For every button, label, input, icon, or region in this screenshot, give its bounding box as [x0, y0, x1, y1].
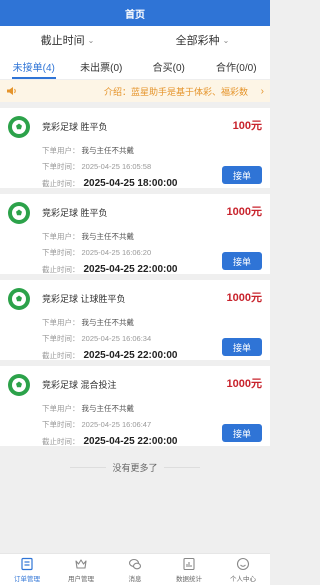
- order-time-row: 下单时间： 2025-04-25 16:06:47: [42, 419, 151, 430]
- order-card: 竞彩足球 混合投注 1000元 下单用户： 我与主任不共戴 下单时间： 2025-0…: [0, 366, 270, 447]
- tabbar-label: 订单管理: [14, 575, 40, 583]
- deadline-label: 截止时间：: [42, 437, 80, 446]
- order-card: 竞彩足球 让球胜平负 1000元 下单用户： 我与主任不共戴 下单时间： 2025-…: [0, 280, 270, 361]
- no-more-indicator: 没有更多了: [0, 452, 270, 482]
- deadline-row: 截止时间： 2025-04-25 22:00:00: [42, 350, 177, 361]
- divider: [163, 466, 200, 468]
- order-card: 竞彩足球 胜平负 100元 下单用户： 我与主任不共戴 下单时间： 2025-04-…: [0, 108, 270, 189]
- tab-not-issued[interactable]: 未出票(0): [68, 54, 136, 79]
- notice-bar[interactable]: 介绍：蓝星助手是基于体彩、福彩数 ›: [0, 80, 270, 102]
- order-time: 2025-04-25 16:06:20: [81, 248, 152, 257]
- tabbar-label: 个人中心: [230, 575, 256, 583]
- tabbar-label: 消息: [128, 575, 142, 583]
- deadline-time: 2025-04-25 22:00:00: [83, 264, 178, 275]
- order-amount: 1000元: [226, 206, 262, 218]
- crown-icon: [75, 558, 87, 569]
- soccer-ball-icon: [8, 202, 30, 224]
- accept-order-button[interactable]: 接单: [222, 166, 262, 184]
- order-amount: 1000元: [226, 378, 262, 390]
- deadline-filter-label: 截止时间: [40, 35, 85, 47]
- deadline-row: 截止时间： 2025-04-25 18:00:00: [42, 178, 177, 189]
- filter-bar: 截止时间 ⌄ 全部彩种 ⌄: [0, 26, 270, 54]
- order-time-label: 下单时间：: [42, 162, 80, 171]
- notice-text: 介绍：蓝星助手是基于体彩、福彩数: [104, 86, 249, 97]
- accept-order-button[interactable]: 接单: [222, 252, 262, 270]
- deadline-row: 截止时间： 2025-04-25 22:00:00: [42, 436, 177, 447]
- order-user: 我与主任不共戴: [81, 404, 135, 413]
- order-time-label: 下单时间：: [42, 248, 80, 257]
- deadline-time: 2025-04-25 22:00:00: [83, 350, 178, 361]
- order-amount: 100元: [232, 120, 262, 132]
- deadline-time: 2025-04-25 22:00:00: [83, 436, 178, 447]
- no-more-text: 没有更多了: [112, 462, 158, 473]
- order-time-row: 下单时间： 2025-04-25 16:06:20: [42, 247, 151, 258]
- order-title: 竞彩足球 胜平负: [42, 208, 108, 218]
- order-tabs: 未接单(4) 未出票(0) 合买(0) 合作(0/0): [0, 54, 270, 80]
- accept-order-button[interactable]: 接单: [222, 424, 262, 442]
- lottery-type-filter-label: 全部彩种: [175, 35, 220, 47]
- order-title: 竞彩足球 胜平负: [42, 122, 108, 132]
- order-user-row: 下单用户： 我与主任不共戴: [42, 403, 134, 414]
- order-user-label: 下单用户：: [42, 404, 80, 413]
- order-user: 我与主任不共戴: [81, 318, 135, 327]
- soccer-ball-icon: [8, 288, 30, 310]
- order-time: 2025-04-25 16:06:34: [81, 334, 152, 343]
- order-user-label: 下单用户：: [42, 146, 80, 155]
- order-time-label: 下单时间：: [42, 334, 80, 343]
- lottery-type-filter[interactable]: 全部彩种 ⌄: [135, 26, 270, 54]
- chevron-right-icon: ›: [260, 85, 264, 97]
- tabbar-item-profile[interactable]: 个人中心: [216, 554, 270, 585]
- page-title: 首页: [125, 9, 145, 21]
- tab-group-buy[interactable]: 合买(0): [135, 54, 203, 79]
- tab-cooperation[interactable]: 合作(0/0): [203, 54, 271, 79]
- order-user-row: 下单用户： 我与主任不共戴: [42, 231, 134, 242]
- deadline-label: 截止时间：: [42, 265, 80, 274]
- order-list: 竞彩足球 胜平负 100元 下单用户： 我与主任不共戴 下单时间： 2025-04-…: [0, 102, 270, 482]
- speaker-icon: [7, 87, 16, 95]
- smile-icon: [236, 557, 250, 570]
- order-card: 竞彩足球 胜平负 1000元 下单用户： 我与主任不共戴 下单时间： 2025-04…: [0, 194, 270, 275]
- tabbar-item-messages[interactable]: 消息: [108, 554, 162, 585]
- tabbar-item-stats[interactable]: 数据统计: [162, 554, 216, 585]
- chevron-down-icon: ⌄: [222, 35, 230, 45]
- order-icon: [21, 557, 33, 570]
- order-user-label: 下单用户：: [42, 232, 80, 241]
- divider: [70, 466, 107, 468]
- order-time: 2025-04-25 16:06:47: [81, 420, 152, 429]
- order-title: 竞彩足球 让球胜平负: [42, 294, 126, 304]
- tabbar-label: 数据统计: [176, 575, 202, 583]
- deadline-label: 截止时间：: [42, 179, 80, 188]
- deadline-filter[interactable]: 截止时间 ⌄: [0, 26, 135, 54]
- order-user: 我与主任不共戴: [81, 146, 135, 155]
- bottom-tab-bar: 订单管理 用户管理 消息 数据统计 个人中心: [0, 553, 270, 585]
- order-user-row: 下单用户： 我与主任不共戴: [42, 145, 134, 156]
- chat-icon: [128, 558, 142, 569]
- accept-order-button[interactable]: 接单: [222, 338, 262, 356]
- order-amount: 1000元: [226, 292, 262, 304]
- deadline-label: 截止时间：: [42, 351, 80, 360]
- app-header: 首页: [0, 0, 270, 26]
- order-title: 竞彩足球 混合投注: [42, 380, 117, 390]
- soccer-ball-icon: [8, 374, 30, 396]
- deadline-row: 截止时间： 2025-04-25 22:00:00: [42, 264, 177, 275]
- tabbar-item-users[interactable]: 用户管理: [54, 554, 108, 585]
- order-user-row: 下单用户： 我与主任不共戴: [42, 317, 134, 328]
- chart-icon: [183, 557, 195, 570]
- order-user: 我与主任不共戴: [81, 232, 135, 241]
- order-time-label: 下单时间：: [42, 420, 80, 429]
- order-user-label: 下单用户：: [42, 318, 80, 327]
- tab-unaccepted[interactable]: 未接单(4): [0, 54, 68, 79]
- order-time: 2025-04-25 16:05:58: [81, 162, 152, 171]
- tabbar-item-orders[interactable]: 订单管理: [0, 554, 54, 585]
- order-time-row: 下单时间： 2025-04-25 16:05:58: [42, 161, 151, 172]
- tabbar-label: 用户管理: [68, 575, 94, 583]
- deadline-time: 2025-04-25 18:00:00: [83, 178, 178, 189]
- chevron-down-icon: ⌄: [87, 35, 95, 45]
- soccer-ball-icon: [8, 116, 30, 138]
- order-time-row: 下单时间： 2025-04-25 16:06:34: [42, 333, 151, 344]
